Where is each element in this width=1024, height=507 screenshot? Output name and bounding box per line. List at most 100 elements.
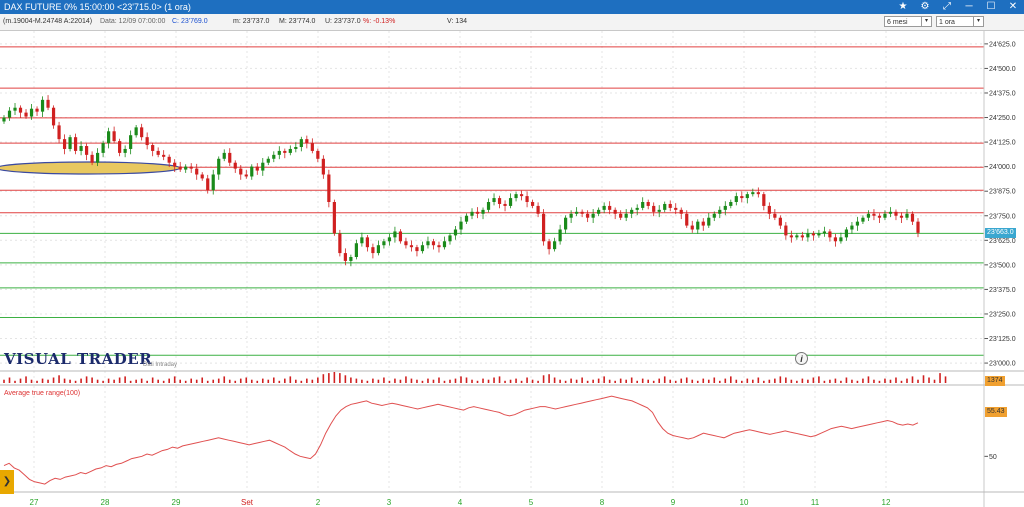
candle-body [597,209,601,214]
volume-bar [944,376,947,383]
volume-bar [261,378,264,383]
expand-panel-button[interactable]: ❯ [0,470,14,494]
volume-bar [487,379,490,383]
volume-bar [482,378,484,383]
volume-bar [889,379,892,383]
interval-select[interactable]: 1 ora ▾ [936,16,984,27]
chart-area[interactable]: 24'625.0 24'500.0 24'375.0 24'250.0 24'125.0… [0,31,1024,507]
candle-body [448,235,452,242]
candle-body [189,166,193,169]
date-label: 29 [172,498,181,507]
maximize-icon[interactable]: ☐ [980,0,1002,14]
volume-bar [542,375,545,383]
candle-body [244,174,248,177]
volume-bar [757,377,760,383]
volume-bar [895,377,897,383]
volume-bar [383,377,385,383]
volume-bar [729,376,732,383]
volume-bar [454,378,457,383]
volume-bar [179,379,181,383]
close-icon[interactable]: ✕ [1002,0,1024,14]
candle-body [261,162,265,171]
volume-bar [399,379,402,383]
window-title-bar: DAX FUTURE 0% 15:00:00 <23'715.0> (1 ora… [0,0,1024,14]
volume-bar [333,372,336,383]
favorite-star-icon[interactable]: ★ [892,0,914,14]
volume-bar [107,378,110,383]
volume-bar [564,380,567,383]
volume-bar [834,378,837,383]
candle-body [338,233,342,254]
candle-body [431,241,436,246]
period-select-value: 6 mesi [887,19,908,26]
volume-bar [807,379,809,383]
candle-body [828,231,832,238]
candle-body [343,253,347,261]
volume-bar [548,374,550,383]
date-label: 9 [671,498,676,507]
volume-bar [779,376,782,383]
date-label: 10 [740,498,749,507]
candle-body [2,117,6,122]
volume-bar [603,376,605,383]
candle-body [464,215,469,222]
volume-bar [586,380,589,383]
volume-bar [245,377,248,383]
volume-bar [58,375,60,383]
quote-max: M: 23'774.0 [279,18,316,25]
volume-bar [372,378,374,383]
candle-body [795,235,799,238]
minimize-icon[interactable]: ─ [958,0,980,14]
volume-bar [746,378,749,383]
volume-bar [300,380,303,383]
price-tick-label: 23'625.0 [989,238,1016,245]
settings-gear-icon[interactable]: ⚙ [914,0,936,14]
volume-bar [537,380,539,383]
candle-body [547,241,551,250]
volume-bar [69,379,71,383]
volume-bar [647,379,650,383]
volume-bar [8,377,11,383]
volume-bar [151,377,154,383]
volume-bar [311,379,314,383]
volume-bar [355,378,358,383]
volume-bar [190,378,193,383]
candle-body [519,194,524,197]
candle-body [910,213,915,222]
candle-body [894,211,898,216]
candle-body [217,158,221,175]
candle-body [619,213,623,218]
price-axis[interactable]: 24'625.0 24'500.0 24'375.0 24'250.0 24'125.0… [984,41,1016,461]
volume-bar [763,380,765,383]
candle-body [586,213,590,218]
candle-body [13,107,17,111]
volume-bar [559,379,561,383]
candle-body [349,257,353,261]
volume-bar [768,379,771,383]
volume-bar [685,377,688,383]
candle-body [118,141,122,153]
candle-body [184,166,188,170]
candle-body [635,207,639,210]
info-icon[interactable]: i [795,352,808,365]
candle-body [228,152,232,163]
price-tick-label: 24'250.0 [989,115,1016,122]
volume-bar [581,377,583,383]
candle-body [553,241,557,250]
volume-bar [911,376,914,383]
volume-bar [575,379,578,383]
volume-bar [774,378,776,383]
atr-indicator-label: Average true range(100) [4,390,81,397]
detach-window-icon[interactable]: ⤢ [936,0,958,14]
volume-bar [801,378,804,383]
candle-body [51,107,56,126]
period-select[interactable]: 6 mesi ▾ [884,16,932,27]
candle-body [486,202,491,210]
quote-last: U: 23'737.0 [325,18,361,25]
volume-bar [405,376,407,383]
atr-tick-label: 50 [989,454,997,461]
volume-bar [917,379,919,383]
volume-bar [317,377,319,383]
volume-bar [493,377,495,383]
volume-bar [867,376,870,383]
